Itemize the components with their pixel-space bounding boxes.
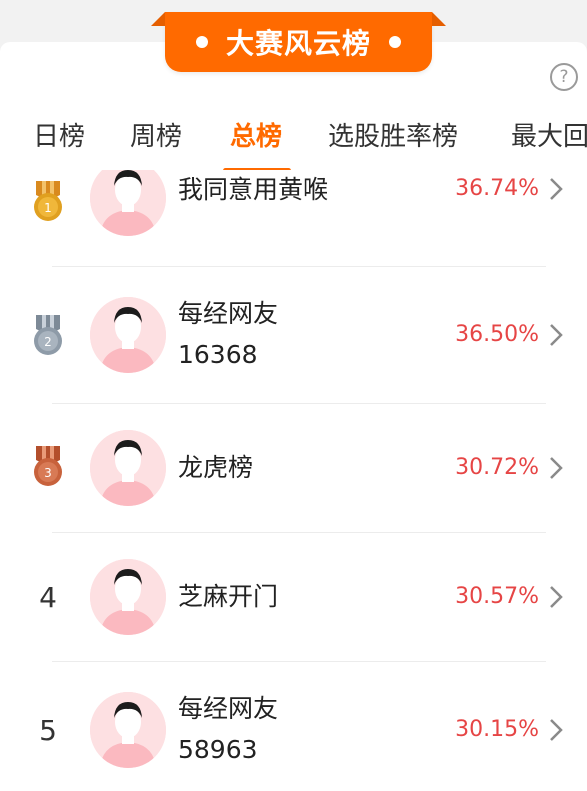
rank-number: 5 bbox=[39, 713, 57, 747]
list-item[interactable]: 4 芝麻开门 30.57% bbox=[0, 533, 587, 661]
chevron-right-icon[interactable] bbox=[545, 582, 567, 612]
tab-overall[interactable]: 总榜 bbox=[230, 116, 282, 153]
tab-max-drawdown[interactable]: 最大回 bbox=[511, 116, 587, 153]
banner-dot-right bbox=[389, 36, 401, 48]
medal-icon: 2 bbox=[30, 315, 66, 355]
medal-icon: 1 bbox=[30, 181, 66, 221]
default-avatar-icon[interactable] bbox=[90, 170, 166, 236]
return-percent: 36.50% bbox=[455, 322, 539, 347]
default-avatar-icon[interactable] bbox=[90, 430, 166, 506]
banner-fold-right bbox=[432, 12, 446, 26]
medal-number: 3 bbox=[44, 466, 52, 480]
user-name: 每经网友 bbox=[178, 299, 279, 328]
ranking-list: 1 我同意用黄喉 36.74% 2 每经网友 16368 36.50% 3 龙虎… bbox=[0, 170, 587, 791]
default-avatar-icon[interactable] bbox=[90, 297, 166, 373]
user-name: 芝麻开门 bbox=[178, 582, 279, 611]
user-name: 每经网友 bbox=[178, 694, 279, 723]
banner-dot-left bbox=[195, 36, 208, 48]
tab-win-rate[interactable]: 选股胜率榜 bbox=[328, 116, 458, 153]
banner-fold-left bbox=[151, 12, 165, 26]
default-avatar-icon[interactable] bbox=[90, 559, 166, 635]
rank-number: 4 bbox=[39, 580, 57, 614]
medal-icon: 3 bbox=[30, 446, 66, 486]
user-name-id: 58963 bbox=[178, 735, 258, 764]
question-mark-icon[interactable]: ? bbox=[550, 63, 578, 91]
return-percent: 30.15% bbox=[455, 717, 539, 742]
chevron-right-icon[interactable] bbox=[545, 320, 567, 350]
user-name: 龙虎榜 bbox=[178, 453, 254, 482]
ranking-tabs: 日榜 周榜 总榜 选股胜率榜 最大回 bbox=[0, 110, 587, 170]
tab-daily[interactable]: 日榜 bbox=[33, 116, 85, 153]
return-percent: 36.74% bbox=[455, 176, 539, 201]
medal-number: 2 bbox=[44, 335, 52, 349]
tab-weekly[interactable]: 周榜 bbox=[130, 116, 182, 153]
return-percent: 30.57% bbox=[455, 584, 539, 609]
return-percent: 30.72% bbox=[455, 455, 539, 480]
user-name-id: 16368 bbox=[178, 340, 258, 369]
leaderboard-banner: 大赛风云榜 bbox=[151, 12, 446, 72]
medal-number: 1 bbox=[44, 201, 52, 215]
list-item[interactable]: 3 龙虎榜 30.72% bbox=[0, 404, 587, 532]
list-item[interactable]: 1 我同意用黄喉 36.74% bbox=[0, 170, 587, 266]
chevron-right-icon[interactable] bbox=[545, 453, 567, 483]
chevron-right-icon[interactable] bbox=[545, 715, 567, 745]
default-avatar-icon[interactable] bbox=[90, 692, 166, 768]
list-item[interactable]: 2 每经网友 16368 36.50% bbox=[0, 267, 587, 403]
banner-title: 大赛风云榜 bbox=[225, 27, 371, 60]
list-item[interactable]: 5 每经网友 58963 30.15% bbox=[0, 662, 587, 791]
chevron-right-icon[interactable] bbox=[545, 174, 567, 204]
user-name: 我同意用黄喉 bbox=[178, 175, 329, 204]
